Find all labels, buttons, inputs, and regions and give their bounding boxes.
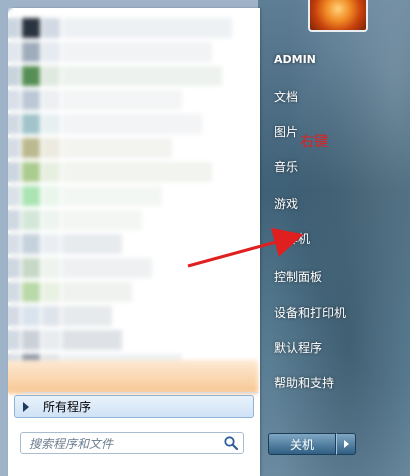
right-arrow-icon <box>23 401 29 412</box>
menu-item-help-support[interactable]: 帮助和支持 <box>274 374 334 391</box>
menu-item-devices-printers[interactable]: 设备和打印机 <box>274 304 346 321</box>
divider <box>22 392 258 393</box>
user-name-link[interactable]: ADMIN <box>274 53 316 66</box>
menu-item-default-programs[interactable]: 默认程序 <box>274 339 322 356</box>
menu-item-documents[interactable]: 文档 <box>274 88 298 105</box>
annotation-arrow-icon <box>187 227 304 268</box>
menu-item-pictures[interactable]: 图片 <box>274 123 298 140</box>
search-input[interactable]: 搜索程序和文件 <box>20 432 244 454</box>
annotation-label: 右键 <box>300 134 328 150</box>
shutdown-options-icon <box>343 440 349 448</box>
blur-overlay <box>8 8 260 398</box>
all-programs-button[interactable]: 所有程序 <box>14 395 254 418</box>
menu-item-music[interactable]: 音乐 <box>274 158 298 175</box>
all-programs-label: 所有程序 <box>43 400 92 414</box>
user-avatar-icon[interactable] <box>308 0 368 32</box>
search-icon[interactable] <box>223 435 239 451</box>
shutdown-button[interactable]: 关机 <box>268 433 336 455</box>
menu-item-games[interactable]: 游戏 <box>274 195 298 212</box>
search-placeholder: 搜索程序和文件 <box>29 436 114 451</box>
shutdown-options-button[interactable] <box>336 433 356 455</box>
